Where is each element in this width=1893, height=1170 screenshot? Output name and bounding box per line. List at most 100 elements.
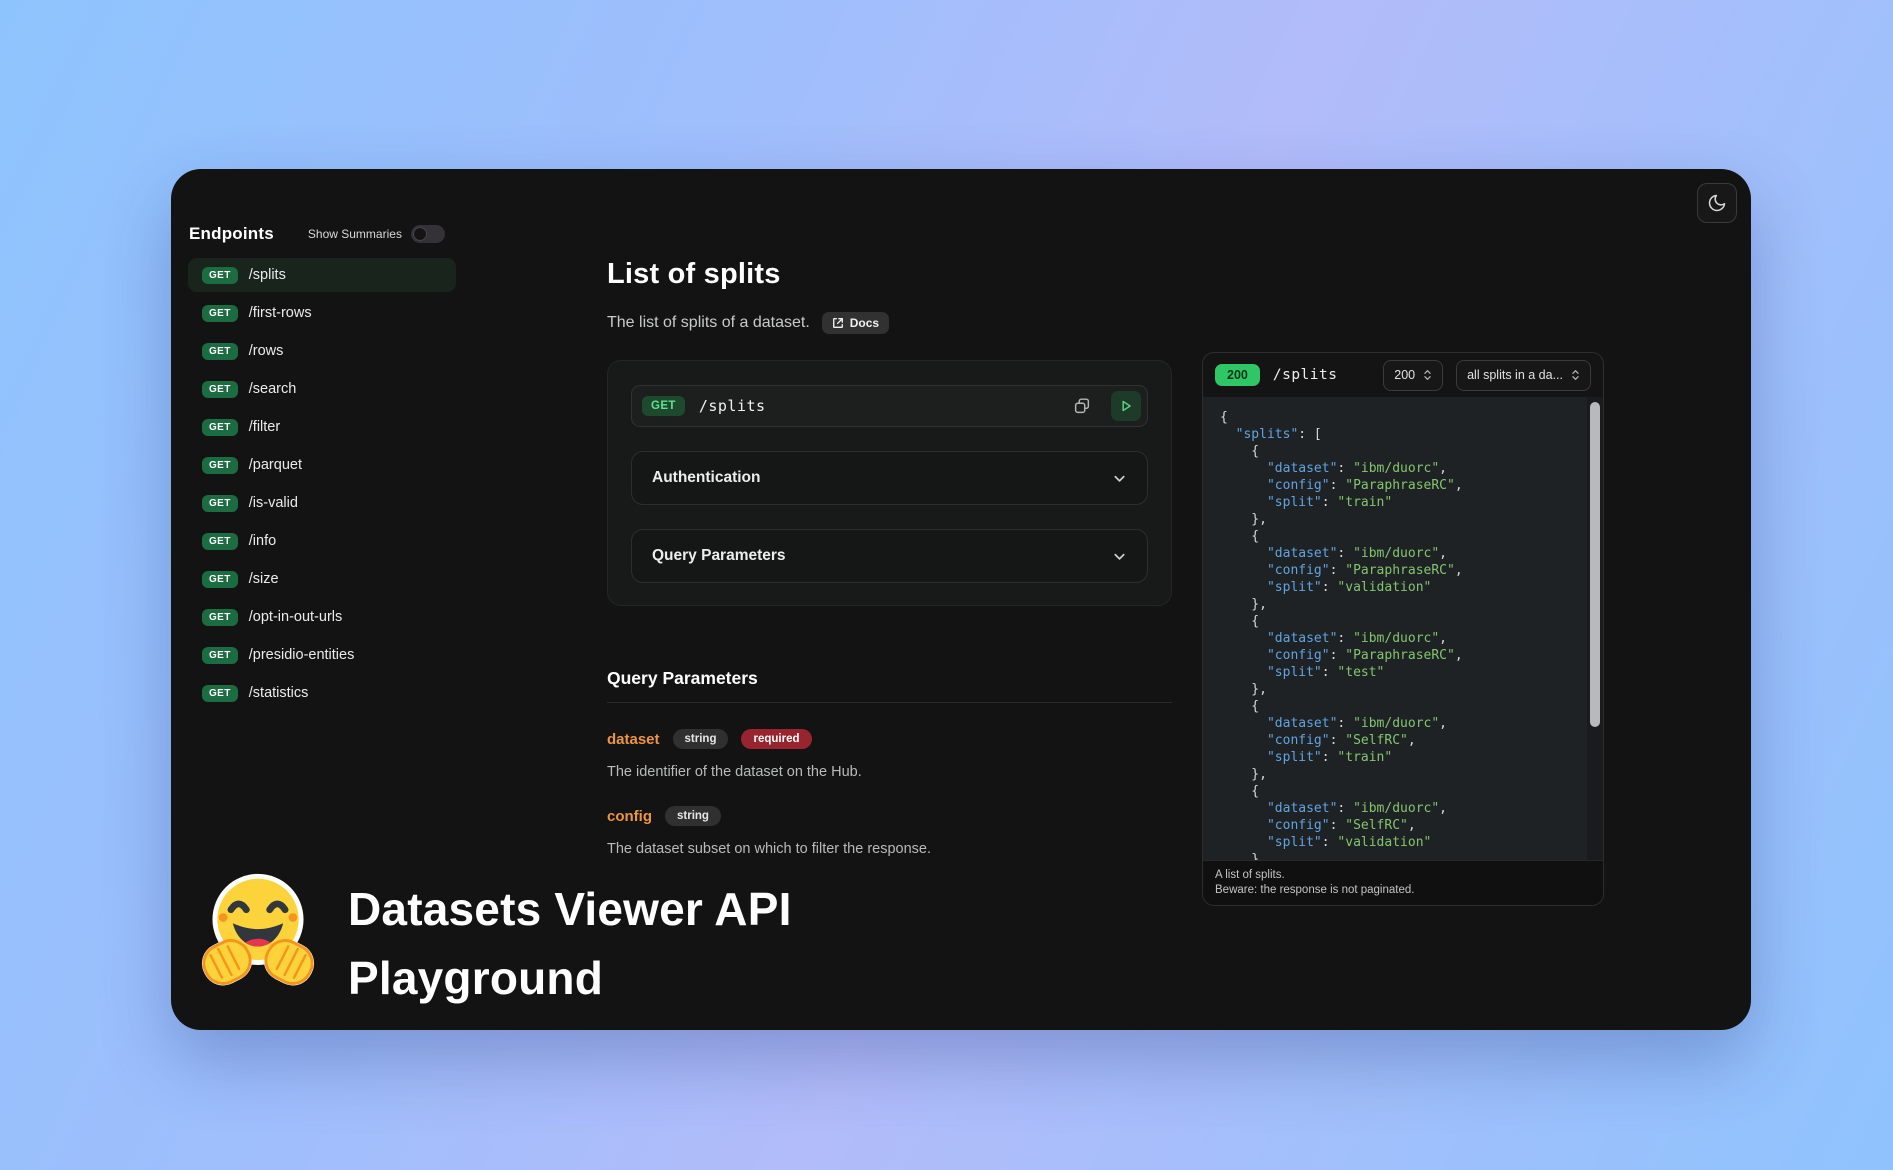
query-parameters-heading: Query Parameters: [607, 668, 1172, 689]
request-path: /splits: [699, 397, 766, 415]
endpoint-label: /statistics: [249, 685, 309, 701]
accordion-label: Authentication: [652, 469, 761, 487]
sidebar-item-info[interactable]: GET/info: [188, 524, 456, 558]
copy-icon: [1072, 396, 1092, 416]
sidebar-item-parquet[interactable]: GET/parquet: [188, 448, 456, 482]
method-badge: GET: [202, 533, 238, 550]
method-badge: GET: [202, 267, 238, 284]
main-content: List of splits The list of splits of a d…: [607, 258, 1172, 857]
accordion-label: Query Parameters: [652, 547, 786, 565]
sidebar-item-opt-in-out-urls[interactable]: GET/opt-in-out-urls: [188, 600, 456, 634]
show-summaries-toggle[interactable]: [411, 225, 445, 243]
brand: Datasets Viewer API Playground: [196, 869, 792, 1013]
endpoint-list: GET/splitsGET/first-rowsGET/rowsGET/sear…: [188, 258, 456, 710]
endpoint-label: /filter: [249, 419, 280, 435]
accordion-query-parameters[interactable]: Query Parameters: [631, 529, 1148, 583]
endpoint-label: /opt-in-out-urls: [249, 609, 342, 625]
param-description: The dataset subset on which to filter th…: [607, 841, 1172, 857]
chevron-down-icon: [1112, 471, 1127, 486]
page-title: List of splits: [607, 258, 1172, 291]
play-icon: [1117, 397, 1135, 415]
response-note: Beware: the response is not paginated.: [1215, 883, 1591, 898]
method-badge: GET: [202, 609, 238, 626]
param-required-badge: required: [741, 729, 811, 749]
sidebar-item-rows[interactable]: GET/rows: [188, 334, 456, 368]
method-badge: GET: [202, 685, 238, 702]
endpoint-label: /is-valid: [249, 495, 298, 511]
copy-button[interactable]: [1067, 391, 1097, 421]
status-select-value: 200: [1394, 368, 1415, 382]
show-summaries-label: Show Summaries: [308, 227, 402, 241]
response-header: 200 /splits 200 all splits in a da...: [1203, 353, 1603, 397]
endpoint-label: /first-rows: [249, 305, 312, 321]
param-type-badge: string: [673, 729, 729, 749]
sidebar-title: Endpoints: [189, 224, 274, 244]
method-badge: GET: [202, 457, 238, 474]
updown-icon: [1423, 369, 1432, 381]
sidebar-item-is-valid[interactable]: GET/is-valid: [188, 486, 456, 520]
hugging-face-emoji: [196, 869, 320, 995]
docs-button-label: Docs: [850, 316, 879, 330]
response-footer: A list of splits.Beware: the response is…: [1203, 860, 1603, 905]
status-badge: 200: [1215, 364, 1260, 386]
example-select[interactable]: all splits in a da...: [1456, 360, 1591, 391]
sidebar-item-presidio-entities[interactable]: GET/presidio-entities: [188, 638, 456, 672]
method-badge: GET: [202, 495, 238, 512]
response-json: { "splits": [ { "dataset": "ibm/duorc", …: [1203, 397, 1603, 860]
endpoint-label: /splits: [249, 267, 286, 283]
param-config: config string The dataset subset on which …: [607, 806, 1172, 857]
moon-icon: [1707, 193, 1727, 213]
method-badge: GET: [202, 305, 238, 322]
accordion-group: Authentication Query Parameters: [631, 451, 1148, 583]
page-description: The list of splits of a dataset.: [607, 314, 810, 332]
scrollbar-thumb[interactable]: [1590, 402, 1600, 727]
sidebar-item-search[interactable]: GET/search: [188, 372, 456, 406]
param-name: dataset: [607, 731, 660, 748]
brand-title-line2: Playground: [348, 944, 792, 1013]
status-select[interactable]: 200: [1383, 360, 1443, 391]
param-name: config: [607, 808, 652, 825]
method-badge: GET: [202, 647, 238, 664]
request-method-badge: GET: [642, 396, 685, 416]
param-dataset: dataset string required The identifier of t…: [607, 729, 1172, 780]
sidebar-header: Endpoints Show Summaries: [188, 224, 456, 244]
method-badge: GET: [202, 381, 238, 398]
request-panel: GET /splits Authentication Query Paramete…: [607, 360, 1172, 606]
param-list: dataset string required The identifier of t…: [607, 729, 1172, 857]
param-description: The identifier of the dataset on the Hub…: [607, 764, 1172, 780]
divider: [607, 702, 1172, 703]
sidebar-item-filter[interactable]: GET/filter: [188, 410, 456, 444]
chevron-down-icon: [1112, 549, 1127, 564]
docs-button[interactable]: Docs: [822, 312, 889, 334]
response-path: /splits: [1273, 367, 1338, 383]
accordion-authentication[interactable]: Authentication: [631, 451, 1148, 505]
external-link-icon: [832, 317, 844, 329]
endpoint-label: /rows: [249, 343, 284, 359]
sidebar-item-statistics[interactable]: GET/statistics: [188, 676, 456, 710]
method-badge: GET: [202, 419, 238, 436]
sidebar-item-size[interactable]: GET/size: [188, 562, 456, 596]
response-body: { "splits": [ { "dataset": "ibm/duorc", …: [1203, 397, 1603, 860]
endpoints-sidebar: Endpoints Show Summaries GET/splitsGET/f…: [188, 224, 456, 714]
method-badge: GET: [202, 571, 238, 588]
endpoint-label: /presidio-entities: [249, 647, 355, 663]
request-bar: GET /splits: [631, 385, 1148, 427]
app-card: Endpoints Show Summaries GET/splitsGET/f…: [171, 169, 1751, 1030]
brand-title: Datasets Viewer API Playground: [348, 875, 792, 1013]
run-request-button[interactable]: [1111, 391, 1141, 421]
param-type-badge: string: [665, 806, 721, 826]
updown-icon: [1571, 369, 1580, 381]
method-badge: GET: [202, 343, 238, 360]
response-panel: 200 /splits 200 all splits in a da... { …: [1202, 352, 1604, 906]
sidebar-item-first-rows[interactable]: GET/first-rows: [188, 296, 456, 330]
endpoint-label: /search: [249, 381, 297, 397]
endpoint-label: /parquet: [249, 457, 302, 473]
example-select-value: all splits in a da...: [1467, 368, 1563, 382]
dark-mode-button[interactable]: [1697, 183, 1737, 223]
toggle-knob: [413, 227, 427, 241]
brand-title-line1: Datasets Viewer API: [348, 875, 792, 944]
sidebar-item-splits[interactable]: GET/splits: [188, 258, 456, 292]
response-note: A list of splits.: [1215, 868, 1591, 883]
endpoint-label: /info: [249, 533, 276, 549]
endpoint-label: /size: [249, 571, 279, 587]
